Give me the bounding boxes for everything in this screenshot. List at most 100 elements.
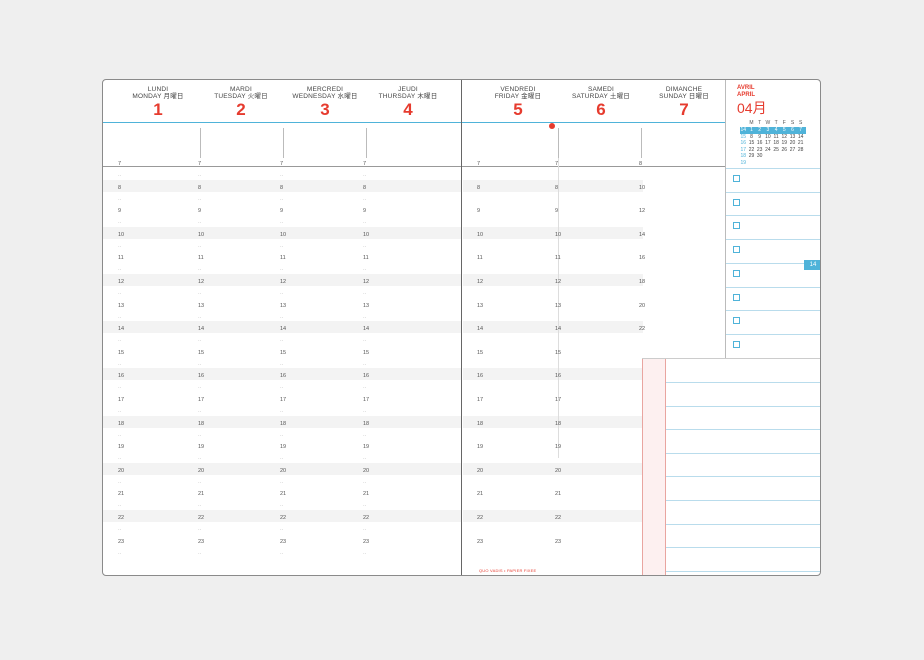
half-hour-mark: ·· xyxy=(363,338,367,345)
header-rule xyxy=(103,122,725,123)
half-hour-mark: ·· xyxy=(198,267,202,274)
hour-stripe xyxy=(463,226,643,239)
half-hour-mark: ·· xyxy=(280,432,284,439)
mini-cal-day[interactable]: 5 xyxy=(781,127,788,134)
mini-cal-day[interactable]: 26 xyxy=(781,147,788,154)
half-hour-mark: ·· xyxy=(280,479,284,486)
half-hour-mark: ·· xyxy=(363,314,367,321)
hour-label: 12 xyxy=(198,279,205,285)
half-hour-mark: ·· xyxy=(198,361,202,368)
day-name: TUESDAY 火曜日 xyxy=(214,93,268,100)
hour-label: 21 xyxy=(363,491,370,498)
hour-label: 14 xyxy=(639,231,646,238)
mini-cal-day[interactable]: 25 xyxy=(773,147,780,154)
mini-cal-day[interactable]: 27 xyxy=(789,147,796,154)
mini-cal-day[interactable]: 6 xyxy=(789,127,796,134)
day-number: 6 xyxy=(596,100,606,119)
half-hour-mark: ·· xyxy=(198,527,202,533)
hour-label: 22 xyxy=(118,515,125,521)
mini-cal-day[interactable]: 7 xyxy=(797,127,804,134)
mini-cal-day[interactable]: 17 xyxy=(764,140,771,147)
hour-label: 7 xyxy=(363,161,367,167)
hour-label: 19 xyxy=(477,444,484,451)
mini-cal-day[interactable]: 3 xyxy=(764,127,771,134)
hour-label: 18 xyxy=(477,420,484,427)
mini-cal-day[interactable]: 13 xyxy=(789,134,796,141)
half-hour-mark: ·· xyxy=(280,385,284,392)
mini-cal-day[interactable]: 11 xyxy=(773,134,780,141)
hour-label: 8 xyxy=(639,161,643,167)
mini-cal-day[interactable]: 14 xyxy=(797,134,804,141)
mini-cal-day[interactable]: 24 xyxy=(764,147,771,154)
mini-cal-day[interactable]: 16 xyxy=(756,140,763,147)
half-hour-mark: ·· xyxy=(280,456,284,463)
hour-label: 17 xyxy=(477,397,484,403)
todo-checkbox[interactable] xyxy=(733,222,740,230)
todo-rule xyxy=(726,215,820,217)
hour-label: 9 xyxy=(198,208,202,215)
hour-label: 18 xyxy=(198,420,205,427)
hour-label: 14 xyxy=(555,326,562,333)
hour-label: 16 xyxy=(198,373,205,380)
todo-rule xyxy=(726,333,820,335)
mini-cal-day[interactable]: 2 xyxy=(756,127,763,134)
hour-label: 11 xyxy=(363,255,369,262)
column-separator xyxy=(558,128,559,158)
mini-cal-day[interactable]: 20 xyxy=(789,140,796,147)
hour-label: 13 xyxy=(363,302,370,309)
mini-cal-day[interactable]: 21 xyxy=(797,140,804,147)
hour-label: 12 xyxy=(477,279,484,285)
mini-cal-day[interactable]: 8 xyxy=(748,134,755,141)
hour-label: 16 xyxy=(363,373,370,380)
day-header: JEUDI THURSDAY 木曜日 4 xyxy=(366,86,450,119)
mini-cal-day[interactable]: 19 xyxy=(781,140,788,147)
hour-label: 14 xyxy=(477,326,484,333)
todo-checkbox[interactable] xyxy=(733,317,740,325)
hour-label: 13 xyxy=(280,302,287,309)
day-name: WEDNESDAY 水曜日 xyxy=(292,93,358,100)
mini-cal-day[interactable]: 18 xyxy=(773,140,780,147)
notes-rule xyxy=(666,429,820,431)
half-hour-mark: ·· xyxy=(280,196,284,203)
hour-label: 10 xyxy=(198,231,205,238)
day-header: SAMEDI SATURDAY 土曜日 6 xyxy=(559,86,643,119)
half-hour-mark: ·· xyxy=(363,409,367,415)
todo-checkbox[interactable] xyxy=(733,198,740,206)
hour-label: 22 xyxy=(198,515,205,521)
todo-checkbox[interactable] xyxy=(733,246,740,254)
todo-checkbox[interactable] xyxy=(733,269,740,277)
mini-cal-day[interactable]: 23 xyxy=(756,147,763,154)
hour-label: 21 xyxy=(477,491,484,498)
todo-checkbox[interactable] xyxy=(733,293,740,301)
mini-cal-day[interactable]: 22 xyxy=(748,147,755,154)
mini-cal-header: M xyxy=(749,120,754,126)
half-hour-mark: ·· xyxy=(280,291,284,297)
mini-cal-day[interactable]: 28 xyxy=(797,147,804,154)
half-hour-mark: ·· xyxy=(118,503,122,510)
todo-checkbox[interactable] xyxy=(733,340,740,348)
mini-cal-day[interactable]: 29 xyxy=(748,153,755,160)
hour-label: 10 xyxy=(363,231,370,238)
notes-rule xyxy=(666,570,820,572)
mini-cal-day[interactable]: 15 xyxy=(748,140,755,147)
half-hour-mark: ·· xyxy=(363,291,367,297)
hour-label: 10 xyxy=(280,231,287,238)
day-number: 1 xyxy=(153,100,163,119)
hour-label: 15 xyxy=(555,349,562,356)
mini-cal-day[interactable]: 30 xyxy=(756,153,763,160)
mini-cal-day[interactable]: 12 xyxy=(781,134,788,141)
hour-label: 11 xyxy=(198,255,204,262)
half-hour-mark: ·· xyxy=(363,196,367,203)
mini-cal-day[interactable]: 4 xyxy=(773,127,780,134)
half-hour-mark: ·· xyxy=(118,361,122,368)
half-hour-mark: ·· xyxy=(363,361,367,368)
mini-cal-day[interactable]: 1 xyxy=(748,127,755,134)
mini-cal-day[interactable]: 9 xyxy=(756,134,763,141)
column-separator xyxy=(200,128,201,158)
hour-label: 22 xyxy=(639,326,646,333)
hour-label: 16 xyxy=(639,255,646,262)
mini-cal-day[interactable]: 10 xyxy=(764,134,771,141)
todo-checkbox[interactable] xyxy=(733,175,740,182)
hour-label: 19 xyxy=(198,444,205,451)
notes-rule xyxy=(666,405,820,407)
